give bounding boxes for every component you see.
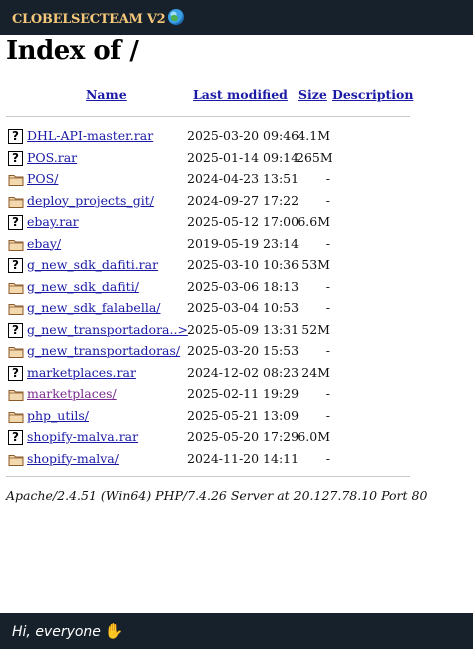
file-size: - — [325, 278, 330, 294]
unknown-file-icon: ? — [8, 129, 23, 144]
last-modified: 2025-03-10 10:36 — [187, 257, 300, 272]
list-item: g_new_transportadoras/2025-03-20 15:53 - — [6, 341, 410, 362]
list-item: g_new_sdk_falabella/2025-03-04 10:53 - — [6, 298, 410, 319]
column-header-name[interactable]: Name — [86, 87, 127, 102]
app-title: CLOBELSECTEAM V2 — [12, 8, 185, 27]
last-modified: 2025-03-04 10:53 — [187, 300, 300, 315]
list-item: ? g_new_transportadora..> 2025-05-09 13:31… — [6, 320, 410, 341]
file-link[interactable]: ebay/ — [27, 236, 61, 251]
file-size: - — [325, 235, 330, 251]
file-size: 4.1M — [297, 128, 330, 143]
file-size: 52M — [301, 321, 330, 337]
list-item: ? shopify-malva.rar 2025-05-20 17:29 6.0M — [6, 427, 410, 448]
file-size: - — [325, 171, 330, 186]
greeting: Hi, everyone ✋ — [12, 622, 124, 640]
file-size: 6.6M — [297, 214, 330, 229]
server-signature: Apache/2.4.51 (Win64) PHP/7.4.26 Server … — [6, 488, 428, 503]
file-link[interactable]: DHL-API-master.rar — [27, 128, 153, 143]
list-item: ? marketplaces.rar 2024-12-02 08:23 24M — [6, 363, 410, 384]
file-link[interactable]: marketplaces/ — [27, 386, 117, 401]
file-link[interactable]: POS.rar — [27, 150, 77, 165]
folder-icon — [8, 280, 24, 295]
file-size: - — [325, 450, 330, 466]
file-size: 265M — [296, 149, 333, 165]
file-link[interactable]: shopify-malva/ — [27, 451, 119, 466]
footer-divider — [6, 476, 410, 477]
unknown-file-icon: ? — [8, 215, 23, 230]
file-size: - — [325, 407, 330, 423]
last-modified: 2025-05-09 13:31 — [187, 321, 300, 337]
last-modified: 2024-12-02 08:23 — [187, 364, 300, 380]
list-item: deploy_projects_git/2024-09-27 17:22 - — [6, 191, 410, 212]
column-header-last-modified[interactable]: Last modified — [193, 87, 288, 102]
file-size: - — [325, 300, 330, 315]
file-link[interactable]: deploy_projects_git/ — [27, 193, 154, 208]
last-modified: 2025-05-12 17:00 — [187, 214, 300, 229]
unknown-file-icon: ? — [8, 365, 23, 381]
list-item: ebay/2019-05-19 23:14 - — [6, 234, 410, 255]
list-item: shopify-malva/2024-11-20 14:11 - — [6, 449, 410, 470]
folder-icon — [8, 301, 24, 316]
waving-hand-icon: ✋ — [104, 622, 124, 640]
unknown-file-icon: ? — [8, 322, 23, 338]
unknown-file-icon: ? — [8, 430, 23, 445]
folder-icon — [8, 344, 24, 359]
folder-icon — [8, 409, 24, 424]
file-size: 53M — [301, 257, 330, 272]
file-link[interactable]: g_new_sdk_dafiti.rar — [27, 257, 158, 272]
list-item: ? ebay.rar 2025-05-12 17:00 6.6M — [6, 212, 410, 233]
folder-icon — [8, 172, 24, 187]
file-size: 6.0M — [297, 429, 330, 444]
last-modified: 2019-05-19 23:14 — [187, 235, 300, 251]
list-item: ? DHL-API-master.rar 2025-03-20 09:46 4.1M — [6, 126, 410, 147]
file-link[interactable]: g_new_transportadora..> — [27, 322, 188, 337]
last-modified: 2025-05-21 13:09 — [187, 407, 300, 423]
list-item: ? g_new_sdk_dafiti.rar 2025-03-10 10:36 53M — [6, 255, 410, 276]
last-modified: 2025-03-06 18:13 — [187, 278, 300, 294]
greeting-text: Hi, everyone — [12, 624, 101, 640]
last-modified: 2025-03-20 09:46 — [187, 128, 300, 143]
globe-icon — [168, 8, 185, 25]
last-modified: 2024-09-27 17:22 — [187, 192, 300, 208]
page-title: Index of / — [6, 36, 139, 66]
last-modified: 2024-04-23 13:51 — [187, 171, 300, 186]
file-link[interactable]: g_new_sdk_dafiti/ — [27, 279, 139, 294]
folder-icon — [8, 452, 24, 467]
list-item: ? POS.rar 2025-01-14 09:14 265M — [6, 148, 410, 169]
last-modified: 2025-05-20 17:29 — [187, 429, 300, 444]
unknown-file-icon: ? — [8, 258, 23, 273]
file-link[interactable]: php_utils/ — [27, 408, 89, 423]
header-divider — [6, 116, 410, 117]
file-link[interactable]: marketplaces.rar — [27, 365, 136, 380]
bottom-bar: Hi, everyone ✋ — [0, 613, 473, 649]
last-modified: 2025-03-20 15:53 — [187, 343, 300, 358]
list-item: marketplaces/2025-02-11 19:29 - — [6, 384, 410, 405]
file-size: - — [325, 386, 330, 401]
last-modified: 2025-01-14 09:14 — [187, 149, 300, 165]
file-size: 24M — [301, 364, 330, 380]
file-size: - — [325, 343, 330, 358]
folder-icon — [8, 237, 24, 252]
last-modified: 2024-11-20 14:11 — [187, 450, 300, 466]
top-bar: CLOBELSECTEAM V2 — [0, 0, 473, 35]
folder-icon — [8, 194, 24, 209]
list-item: php_utils/2025-05-21 13:09 - — [6, 406, 410, 427]
app-title-text: CLOBELSECTEAM V2 — [12, 11, 166, 27]
file-link[interactable]: g_new_transportadoras/ — [27, 343, 180, 358]
column-header-size[interactable]: Size — [298, 87, 327, 102]
file-link[interactable]: ebay.rar — [27, 214, 79, 229]
folder-icon — [8, 387, 24, 402]
column-header-description[interactable]: Description — [332, 87, 413, 102]
last-modified: 2025-02-11 19:29 — [187, 386, 300, 401]
file-size: - — [325, 192, 330, 208]
file-link[interactable]: POS/ — [27, 171, 58, 186]
unknown-file-icon: ? — [8, 150, 23, 166]
list-item: g_new_sdk_dafiti/2025-03-06 18:13 - — [6, 277, 410, 298]
file-link[interactable]: g_new_sdk_falabella/ — [27, 300, 160, 315]
file-link[interactable]: shopify-malva.rar — [27, 429, 138, 444]
list-item: POS/2024-04-23 13:51 - — [6, 169, 410, 190]
